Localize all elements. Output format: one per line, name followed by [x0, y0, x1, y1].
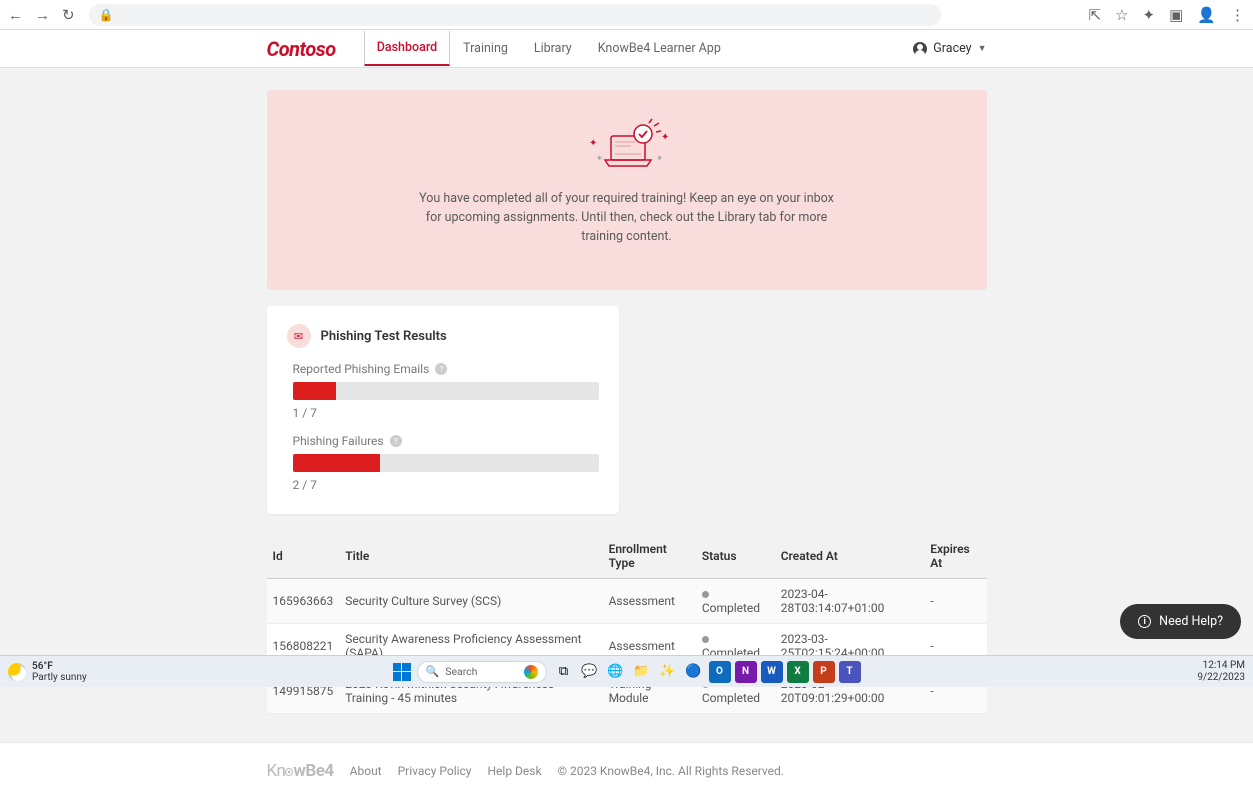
- tab-dashboard[interactable]: Dashboard: [364, 31, 450, 66]
- nav-tabs: Dashboard Training Library KnowBe4 Learn…: [364, 31, 734, 66]
- panel-icon[interactable]: ▣: [1169, 6, 1183, 24]
- training-table: Id Title Enrollment Type Status Created …: [267, 534, 987, 714]
- cell-type: Assessment: [603, 579, 696, 624]
- metric-reported: Reported Phishing Emails ? 1 / 7: [293, 362, 599, 420]
- status-dot-icon: [702, 591, 709, 598]
- explorer-icon[interactable]: 📁: [631, 661, 653, 683]
- col-status[interactable]: Status: [696, 534, 775, 579]
- taskbar-search[interactable]: 🔍 Search: [417, 661, 547, 683]
- tab-training[interactable]: Training: [450, 31, 521, 66]
- need-help-label: Need Help?: [1159, 614, 1223, 629]
- cell-status: Completed: [696, 579, 775, 624]
- help-icon[interactable]: ?: [390, 435, 402, 447]
- footer-about[interactable]: About: [350, 764, 382, 778]
- cell-title: Security Culture Survey (SCS): [339, 579, 602, 624]
- svg-text:✱: ✱: [597, 155, 602, 162]
- browser-chrome: ← → ↻ 🔒 ⇱ ☆ ✦ ▣ 👤 ⋮: [0, 0, 1253, 30]
- clock-time: 12:14 PM: [1197, 660, 1245, 672]
- col-enrollment-type[interactable]: Enrollment Type: [603, 534, 696, 579]
- edge-icon[interactable]: 🌐: [605, 661, 627, 683]
- failures-progress: [293, 454, 599, 472]
- teams-icon[interactable]: T: [839, 661, 861, 683]
- user-name: Gracey: [933, 41, 971, 56]
- metric-reported-label: Reported Phishing Emails: [293, 362, 430, 376]
- footer-brand: KnwBe4: [267, 761, 334, 781]
- copilot-icon[interactable]: ✨: [657, 661, 679, 683]
- copilot-icon: [524, 665, 538, 679]
- clock-date: 9/22/2023: [1197, 672, 1245, 684]
- user-avatar-icon: [913, 42, 927, 56]
- outlook-icon[interactable]: O: [709, 661, 731, 683]
- banner-illustration-icon: ✦ ✦ ✱ ✱: [287, 118, 967, 178]
- tab-library[interactable]: Library: [521, 31, 585, 66]
- phishing-title: Phishing Test Results: [321, 329, 447, 344]
- task-view-icon[interactable]: ⧉: [553, 661, 575, 683]
- status-dot-icon: [702, 636, 709, 643]
- col-id[interactable]: Id: [267, 534, 340, 579]
- user-menu[interactable]: Gracey ▼: [913, 41, 986, 56]
- search-placeholder: Search: [445, 665, 477, 678]
- menu-icon[interactable]: ⋮: [1230, 6, 1245, 24]
- col-created-at[interactable]: Created At: [775, 534, 924, 579]
- footer: KnwBe4 About Privacy Policy Help Desk © …: [0, 742, 1253, 799]
- weather-icon: [8, 663, 26, 681]
- chat-icon[interactable]: 💬: [579, 661, 601, 683]
- search-icon: 🔍: [426, 665, 440, 678]
- svg-text:✦: ✦: [661, 132, 669, 143]
- windows-taskbar: 56°F Partly sunny 🔍 Search ⧉ 💬 🌐 📁 ✨ 🔵 O…: [0, 655, 1253, 687]
- reported-progress: [293, 382, 599, 400]
- banner-text: You have completed all of your required …: [417, 190, 837, 246]
- lock-icon: 🔒: [99, 8, 114, 22]
- powerpoint-icon[interactable]: P: [813, 661, 835, 683]
- table-row: 165963663 Security Culture Survey (SCS) …: [267, 579, 987, 624]
- footer-copyright: © 2023 KnowBe4, Inc. All Rights Reserved…: [558, 764, 784, 778]
- back-button[interactable]: ←: [8, 6, 23, 24]
- tab-learner-app[interactable]: KnowBe4 Learner App: [585, 31, 734, 66]
- extensions-icon[interactable]: ✦: [1143, 6, 1156, 24]
- brand-logo: Contoso: [267, 37, 336, 61]
- onenote-icon[interactable]: N: [735, 661, 757, 683]
- envelope-icon: ✉: [287, 324, 311, 348]
- taskbar-apps: ⧉ 💬 🌐 📁 ✨ 🔵 O N W X P T: [553, 661, 861, 683]
- chrome-icon[interactable]: 🔵: [683, 661, 705, 683]
- reload-button[interactable]: ↻: [62, 6, 75, 24]
- address-bar[interactable]: 🔒: [89, 4, 941, 26]
- col-title[interactable]: Title: [339, 534, 602, 579]
- phishing-card: ✉ Phishing Test Results Reported Phishin…: [267, 306, 619, 514]
- table-header-row: Id Title Enrollment Type Status Created …: [267, 534, 987, 579]
- weather-temp: 56°F: [32, 661, 87, 672]
- profile-icon[interactable]: 👤: [1197, 6, 1216, 24]
- weather-cond: Partly sunny: [32, 672, 87, 683]
- metric-failures-label: Phishing Failures: [293, 434, 384, 448]
- reported-value: 1 / 7: [293, 406, 599, 420]
- cell-created: 2023-04-28T03:14:07+01:00: [775, 579, 924, 624]
- excel-icon[interactable]: X: [787, 661, 809, 683]
- info-icon: i: [1138, 615, 1151, 628]
- completion-banner: ✦ ✦ ✱ ✱ You have completed all of your r…: [267, 90, 987, 290]
- share-icon[interactable]: ⇱: [1089, 6, 1102, 24]
- col-expires-at[interactable]: Expires At: [924, 534, 986, 579]
- page-content: ✦ ✦ ✱ ✱ You have completed all of your r…: [0, 68, 1253, 799]
- failures-value: 2 / 7: [293, 478, 599, 492]
- svg-text:✱: ✱: [657, 155, 662, 162]
- system-tray[interactable]: 12:14 PM 9/22/2023: [1197, 660, 1245, 684]
- app-header: Contoso Dashboard Training Library KnowB…: [0, 30, 1253, 68]
- start-button[interactable]: [393, 663, 411, 681]
- metric-failures: Phishing Failures ? 2 / 7: [293, 434, 599, 492]
- cell-expires: -: [924, 579, 986, 624]
- star-icon[interactable]: ☆: [1115, 6, 1128, 24]
- footer-helpdesk[interactable]: Help Desk: [487, 764, 541, 778]
- footer-privacy[interactable]: Privacy Policy: [398, 764, 472, 778]
- weather-widget[interactable]: 56°F Partly sunny: [8, 661, 87, 683]
- cell-id: 165963663: [267, 579, 340, 624]
- word-icon[interactable]: W: [761, 661, 783, 683]
- help-icon[interactable]: ?: [435, 363, 447, 375]
- forward-button[interactable]: →: [35, 6, 50, 24]
- need-help-button[interactable]: i Need Help?: [1120, 604, 1241, 639]
- chevron-down-icon: ▼: [978, 43, 987, 54]
- svg-text:✦: ✦: [589, 138, 597, 149]
